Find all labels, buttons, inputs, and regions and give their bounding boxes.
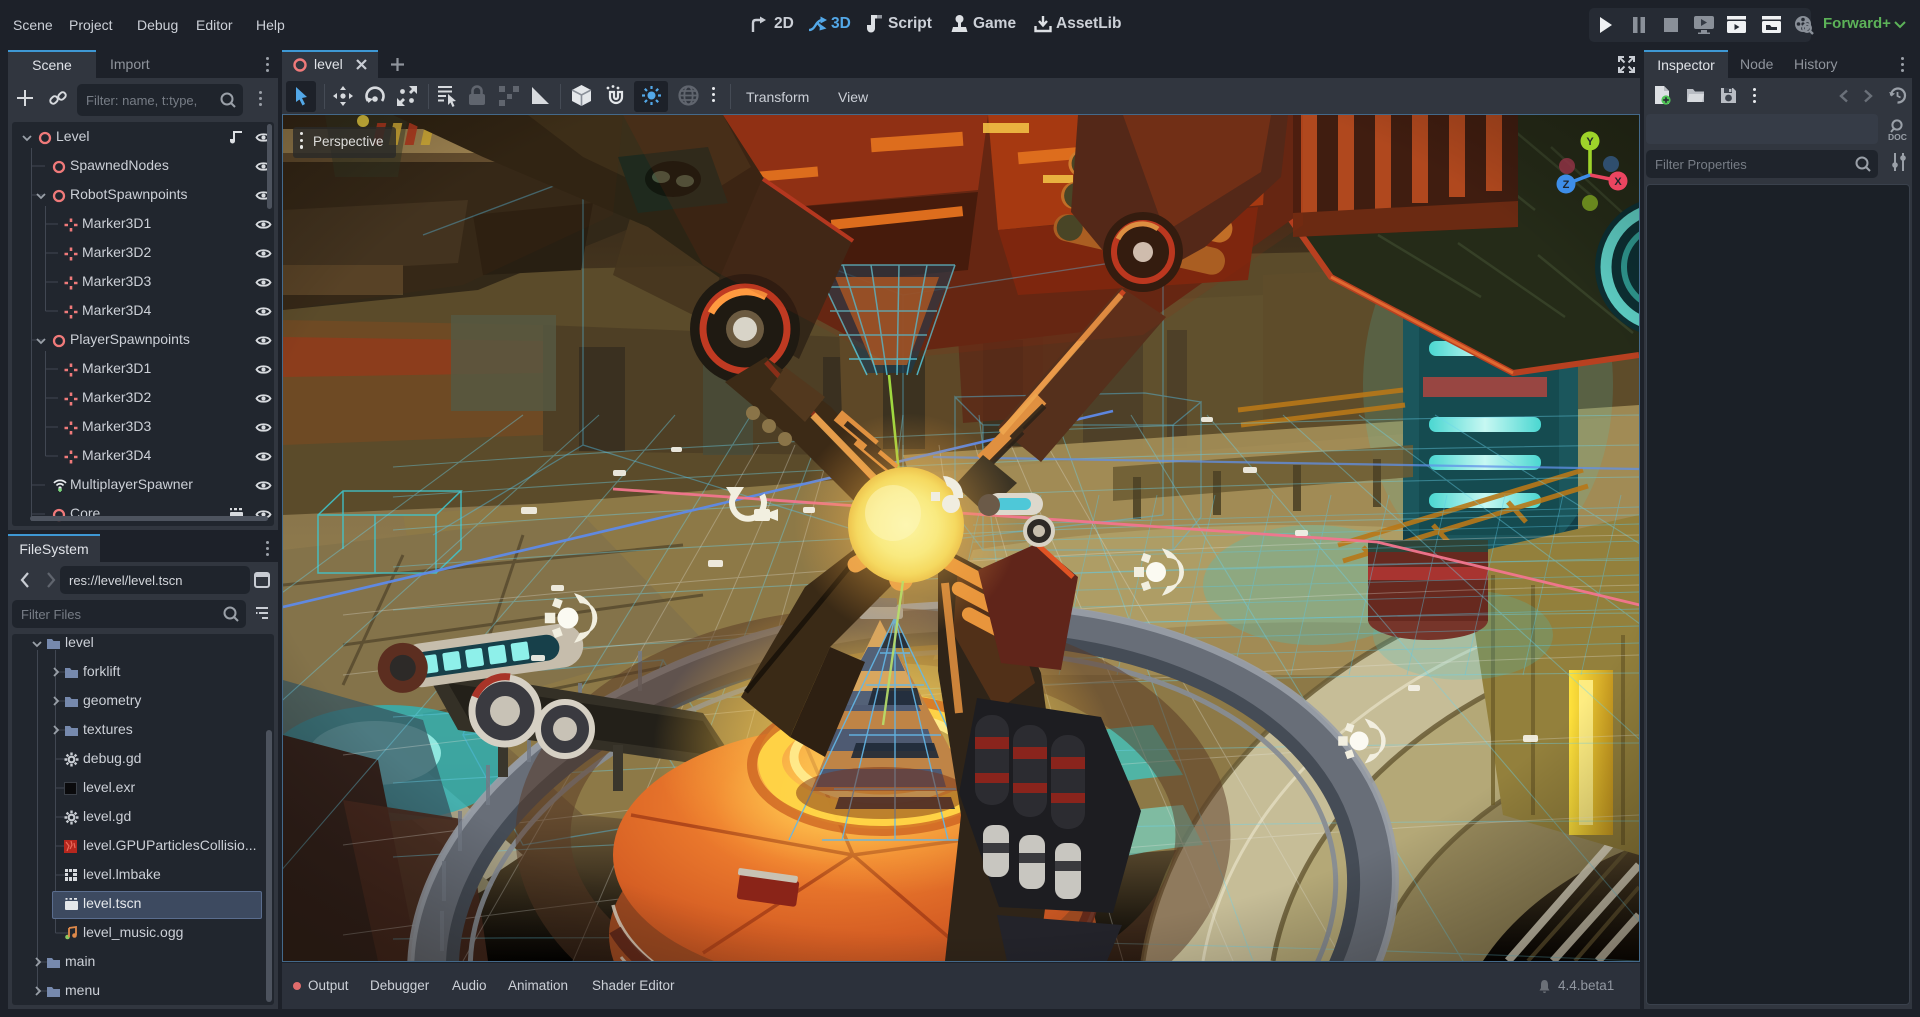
- svg-text:Y: Y: [1586, 136, 1594, 148]
- svg-text:Z: Z: [1563, 179, 1570, 191]
- svg-text:X: X: [1614, 176, 1622, 188]
- svg-text:DOC: DOC: [1888, 132, 1907, 142]
